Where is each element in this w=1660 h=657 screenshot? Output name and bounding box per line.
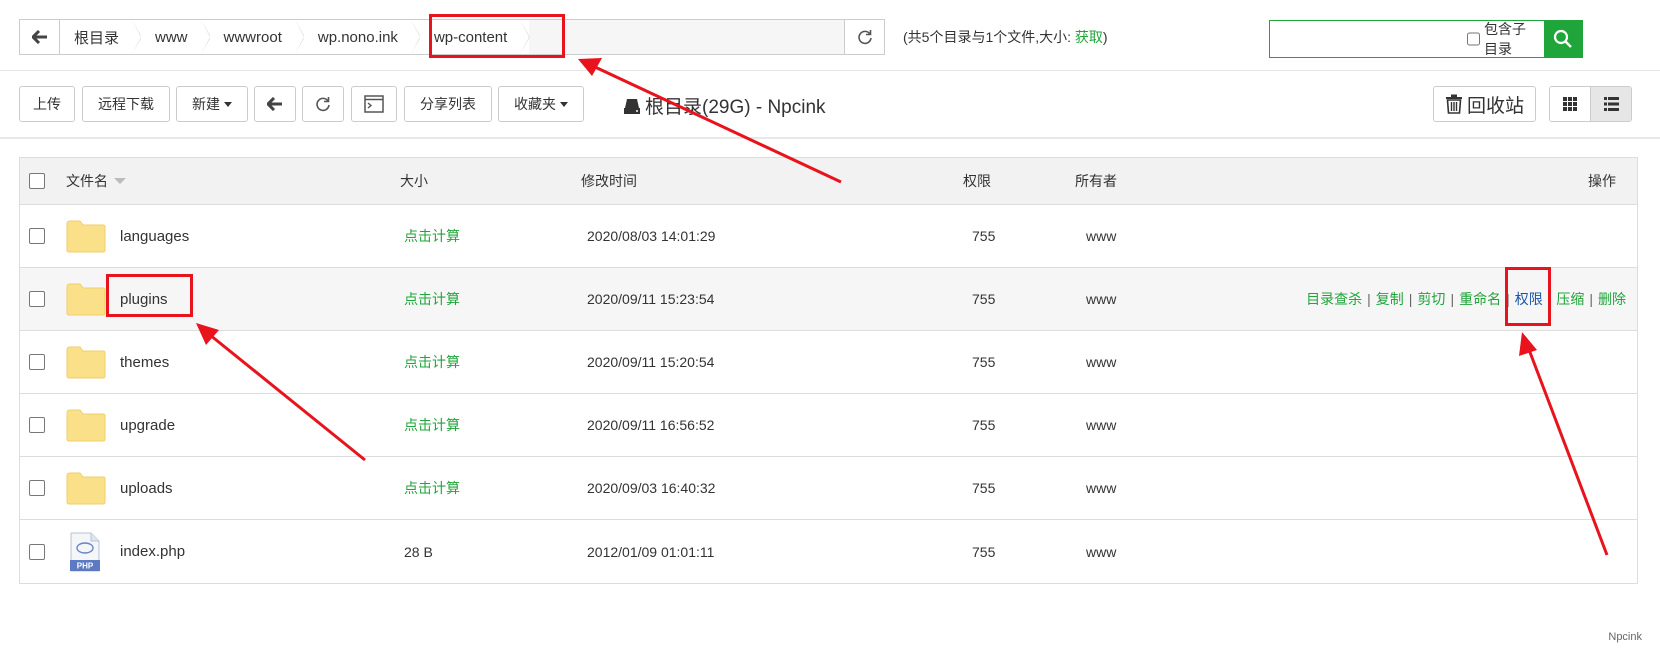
arrow-to-plugins bbox=[209, 333, 366, 462]
annotation-arrows bbox=[196, 58, 1609, 556]
arrowhead-icon bbox=[196, 323, 219, 345]
arrow-to-permission bbox=[1526, 346, 1609, 556]
arrow-to-wp-content bbox=[594, 65, 842, 184]
watermark: Npcink bbox=[1608, 631, 1642, 643]
arrowhead-icon bbox=[1519, 332, 1537, 356]
